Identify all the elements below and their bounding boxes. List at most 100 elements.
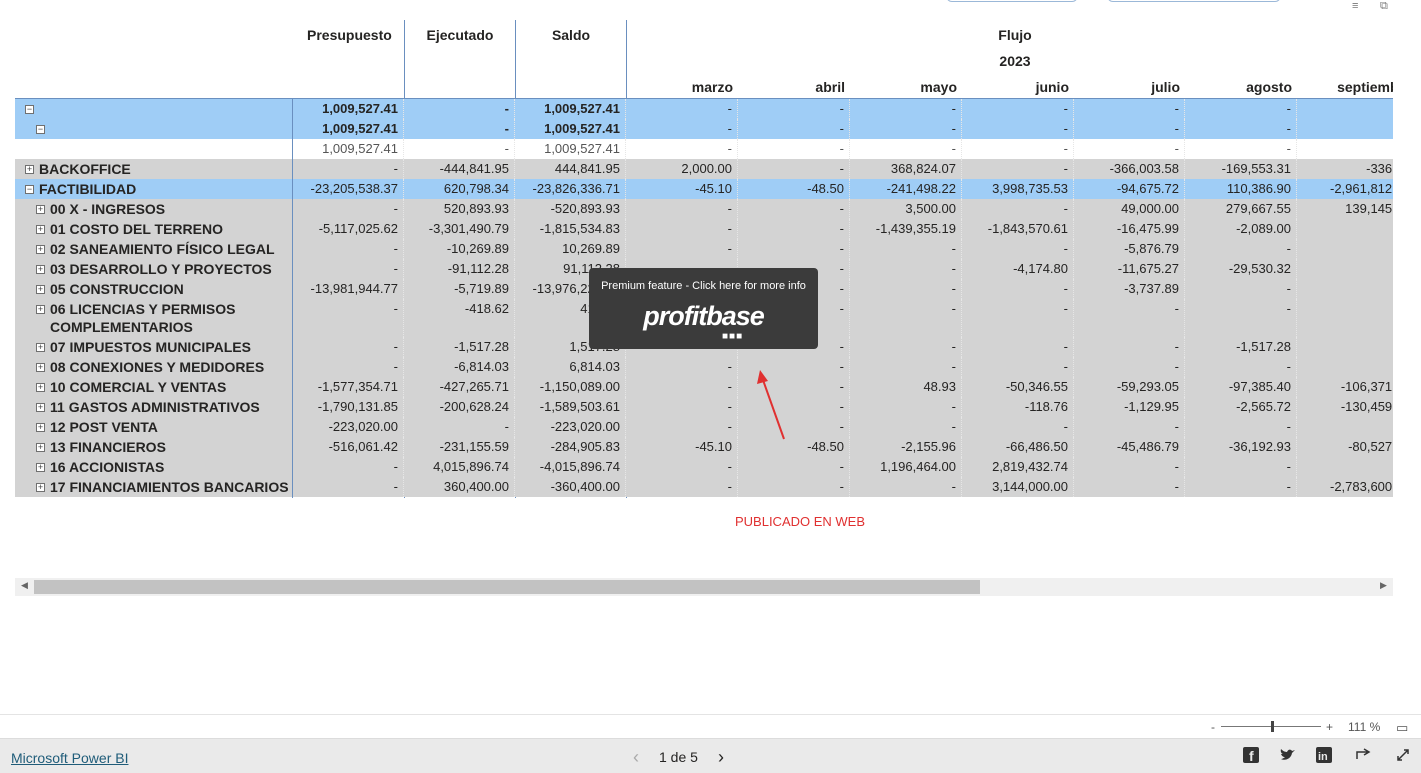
- table-cell[interactable]: -: [1074, 357, 1185, 377]
- top-slicer-fragment-2[interactable]: [1107, 0, 1281, 2]
- table-row[interactable]: +10 COMERCIAL Y VENTAS -1,577,354.71 -427,…: [15, 377, 1393, 397]
- expand-icon[interactable]: +: [36, 483, 45, 492]
- table-cell[interactable]: -: [962, 417, 1074, 437]
- table-cell[interactable]: -: [738, 159, 850, 179]
- collapse-icon[interactable]: −: [25, 105, 34, 114]
- table-cell[interactable]: -: [404, 417, 515, 437]
- table-cell[interactable]: -: [850, 99, 962, 119]
- expand-icon[interactable]: +: [36, 205, 45, 214]
- scrollbar-thumb[interactable]: [34, 580, 980, 594]
- table-cell[interactable]: -: [1185, 477, 1297, 497]
- table-cell[interactable]: [1297, 457, 1393, 477]
- table-cell[interactable]: -: [850, 397, 962, 417]
- table-cell[interactable]: -516,061.42: [292, 437, 404, 457]
- table-cell[interactable]: -94,675.72: [1074, 179, 1185, 199]
- table-cell[interactable]: -50,346.55: [962, 377, 1074, 397]
- table-cell[interactable]: -: [292, 477, 404, 497]
- table-cell[interactable]: -4,015,896.74: [515, 457, 626, 477]
- expand-icon[interactable]: +: [25, 165, 34, 174]
- table-cell[interactable]: -66,486.50: [962, 437, 1074, 457]
- table-cell[interactable]: -1,589,503.61: [515, 397, 626, 417]
- table-cell[interactable]: -118.76: [962, 397, 1074, 417]
- expand-icon[interactable]: +: [36, 305, 45, 314]
- table-cell[interactable]: [1297, 299, 1393, 337]
- table-cell[interactable]: -1,150,089.00: [515, 377, 626, 397]
- table-cell[interactable]: -106,371.5: [1297, 377, 1393, 397]
- table-cell[interactable]: -: [626, 417, 738, 437]
- table-cell[interactable]: -444,841.95: [404, 159, 515, 179]
- table-row[interactable]: +13 FINANCIEROS -516,061.42 -231,155.59 -28…: [15, 437, 1393, 457]
- table-cell[interactable]: -: [1074, 477, 1185, 497]
- table-cell[interactable]: 2,000.00: [626, 159, 738, 179]
- table-cell[interactable]: -: [962, 119, 1074, 139]
- table-cell[interactable]: 139,145.5: [1297, 199, 1393, 219]
- table-cell[interactable]: [1297, 239, 1393, 259]
- table-row[interactable]: +02 SANEAMIENTO FÍSICO LEGAL - -10,269.89 1…: [15, 239, 1393, 259]
- table-cell[interactable]: 1,196,464.00: [850, 457, 962, 477]
- expand-icon[interactable]: +: [36, 245, 45, 254]
- table-cell[interactable]: -2,783,600.0: [1297, 477, 1393, 497]
- table-cell[interactable]: -: [1074, 337, 1185, 357]
- focus-mode-icon[interactable]: ⧉: [1380, 0, 1388, 13]
- table-cell[interactable]: -4,174.80: [962, 259, 1074, 279]
- horizontal-scrollbar[interactable]: ◀ ▶: [15, 578, 1393, 596]
- month-header-0[interactable]: marzo: [618, 79, 733, 95]
- powerbi-link[interactable]: Microsoft Power BI: [11, 750, 128, 766]
- table-cell[interactable]: -: [1074, 299, 1185, 337]
- table-cell[interactable]: -: [850, 119, 962, 139]
- table-cell[interactable]: -: [1074, 417, 1185, 437]
- table-cell[interactable]: -: [404, 139, 515, 159]
- table-cell[interactable]: -: [1074, 139, 1185, 159]
- table-cell[interactable]: -: [738, 119, 850, 139]
- twitter-share-icon[interactable]: [1279, 747, 1297, 767]
- share-icon[interactable]: [1355, 747, 1371, 767]
- table-cell[interactable]: 279,667.55: [1185, 199, 1297, 219]
- collapse-icon[interactable]: −: [36, 125, 45, 134]
- table-cell[interactable]: -: [738, 199, 850, 219]
- table-cell[interactable]: 368,824.07: [850, 159, 962, 179]
- table-cell[interactable]: -1,815,534.83: [515, 219, 626, 239]
- table-cell[interactable]: -: [1185, 417, 1297, 437]
- table-cell[interactable]: -: [626, 139, 738, 159]
- facebook-share-icon[interactable]: f: [1243, 747, 1259, 764]
- table-row[interactable]: 1,009,527.41-1,009,527.41- - - - - -: [15, 139, 1393, 159]
- table-cell[interactable]: -427,265.71: [404, 377, 515, 397]
- table-cell[interactable]: 1,009,527.41: [292, 119, 404, 139]
- table-row[interactable]: + BACKOFFICE - -444,841.95 444,841.95 2,000.0…: [15, 159, 1393, 179]
- table-cell[interactable]: -97,385.40: [1185, 377, 1297, 397]
- table-cell[interactable]: 110,386.90: [1185, 179, 1297, 199]
- table-cell[interactable]: -59,293.05: [1074, 377, 1185, 397]
- table-cell[interactable]: 49,000.00: [1074, 199, 1185, 219]
- column-header-year[interactable]: 2023: [627, 53, 1393, 69]
- table-cell[interactable]: 360,400.00: [404, 477, 515, 497]
- table-row[interactable]: −1,009,527.41-1,009,527.41- - - - - -: [15, 119, 1393, 139]
- premium-feature-overlay[interactable]: Premium feature - Click here for more in…: [589, 268, 818, 349]
- table-cell[interactable]: [1297, 99, 1393, 119]
- table-cell[interactable]: -: [626, 219, 738, 239]
- table-cell[interactable]: -: [850, 417, 962, 437]
- table-cell[interactable]: -: [1185, 457, 1297, 477]
- table-cell[interactable]: 10,269.89: [515, 239, 626, 259]
- expand-icon[interactable]: +: [36, 343, 45, 352]
- table-cell[interactable]: -13,981,944.77: [292, 279, 404, 299]
- table-cell[interactable]: -5,719.89: [404, 279, 515, 299]
- table-cell[interactable]: -130,459.0: [1297, 397, 1393, 417]
- table-cell[interactable]: -: [850, 279, 962, 299]
- table-cell[interactable]: -36,192.93: [1185, 437, 1297, 457]
- table-cell[interactable]: -: [1185, 99, 1297, 119]
- table-cell[interactable]: 6,814.03: [515, 357, 626, 377]
- table-row[interactable]: +12 POST VENTA -223,020.00- -223,020.00- - -…: [15, 417, 1393, 437]
- expand-icon[interactable]: +: [36, 225, 45, 234]
- table-cell[interactable]: -10,269.89: [404, 239, 515, 259]
- table-row[interactable]: − FACTIBILIDAD -23,205,538.37 620,798.34 -23…: [15, 179, 1393, 199]
- table-cell[interactable]: 48.93: [850, 377, 962, 397]
- table-cell[interactable]: -360,400.00: [515, 477, 626, 497]
- column-header-saldo[interactable]: Saldo: [515, 27, 627, 43]
- table-cell[interactable]: [1297, 119, 1393, 139]
- table-cell[interactable]: -: [850, 239, 962, 259]
- table-cell[interactable]: -: [1074, 99, 1185, 119]
- table-cell[interactable]: -: [1185, 119, 1297, 139]
- table-cell[interactable]: -: [1185, 279, 1297, 299]
- month-header-4[interactable]: julio: [1065, 79, 1180, 95]
- zoom-in-button[interactable]: +: [1326, 720, 1333, 734]
